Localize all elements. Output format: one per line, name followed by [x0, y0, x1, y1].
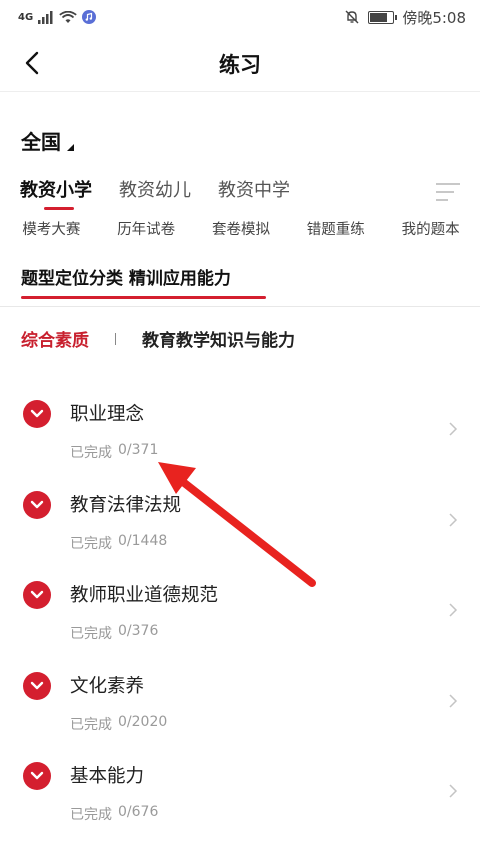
subject-name: 基本能力: [70, 766, 145, 787]
progress-label: 已完成: [70, 716, 112, 733]
subject-progress: 已完成 0/2020: [70, 714, 167, 734]
subject-name: 文化素养: [70, 675, 145, 697]
status-time: 傍晚5:08: [402, 8, 466, 27]
subject-list: 职业理念 已完成 0/371 教育法律法规 已完成 0/1448 教师职业道德规…: [0, 380, 480, 833]
network-label: 4G: [18, 11, 34, 23]
section-banner: 题型定位分类 精训应用能力: [21, 264, 266, 299]
sub-tab-set-simulation[interactable]: 套卷模拟: [212, 218, 270, 239]
list-item[interactable]: 职业理念 已完成 0/371: [0, 380, 480, 471]
sub-tab-mock-contest[interactable]: 模考大赛: [22, 218, 80, 239]
progress-label: 已完成: [70, 807, 112, 823]
main-tabs: 教资小学 教资幼儿 教资中学: [20, 176, 290, 210]
tab-kindergarten[interactable]: 教资幼儿: [119, 176, 191, 210]
list-item[interactable]: 文化素养 已完成 0/2020: [0, 652, 480, 743]
tab-middle-school[interactable]: 教资中学: [218, 176, 290, 210]
chevron-right-icon: [449, 784, 458, 798]
subject-progress: 已完成 0/676: [70, 804, 158, 824]
subject-progress: 已完成 0/1448: [70, 533, 167, 553]
wifi-icon: [59, 10, 77, 23]
progress-value: 0/371: [118, 442, 159, 458]
list-item[interactable]: 教育法律法规 已完成 0/1448: [0, 471, 480, 562]
divider: [0, 306, 480, 307]
tab-label: 教资中学: [218, 180, 290, 201]
status-bar: 4G 傍晚5:08: [0, 0, 480, 34]
status-left: 4G: [18, 10, 97, 24]
list-item[interactable]: 教师职业道德规范 已完成 0/376: [0, 561, 480, 652]
banner-text: 题型定位分类 精训应用能力: [21, 269, 231, 289]
category-separator: [115, 332, 116, 345]
tab-label: 教资幼儿: [119, 180, 191, 201]
sub-tab-past-papers[interactable]: 历年试卷: [117, 218, 175, 239]
list-item[interactable]: 基本能力 已完成 0/676: [0, 742, 480, 833]
progress-label: 已完成: [70, 626, 112, 642]
status-right: 傍晚5:08: [344, 7, 466, 28]
chevron-right-icon: [449, 512, 458, 527]
category-tab-comprehensive[interactable]: 综合素质: [21, 326, 89, 351]
expand-chevron-icon[interactable]: [23, 671, 51, 700]
progress-label: 已完成: [70, 535, 112, 552]
category-tab-teaching-knowledge[interactable]: 教育教学知识与能力: [142, 326, 295, 351]
progress-value: 0/2020: [118, 713, 168, 730]
battery-icon: [368, 10, 398, 24]
sub-tab-my-question-book[interactable]: 我的题本: [402, 218, 460, 239]
chevron-right-icon: [449, 603, 458, 617]
caret-down-icon: [67, 144, 74, 151]
signal-icon: [38, 10, 53, 24]
chevron-right-icon: [449, 422, 458, 436]
region-label: 全国: [21, 130, 61, 154]
expand-chevron-icon[interactable]: [23, 762, 51, 790]
page-title: 练习: [219, 53, 261, 77]
tab-primary-school[interactable]: 教资小学: [20, 176, 92, 210]
mute-bell-icon: [345, 10, 359, 24]
active-tab-indicator: [44, 207, 74, 210]
progress-value: 0/676: [118, 804, 159, 820]
filter-menu-icon[interactable]: [436, 181, 462, 203]
subject-name: 职业理念: [70, 404, 145, 425]
expand-chevron-icon[interactable]: [23, 581, 51, 609]
banner-underline: [21, 296, 266, 299]
tab-label: 教资小学: [20, 180, 92, 201]
sub-tab-wrong-questions[interactable]: 错题重练: [307, 218, 365, 239]
header: 练习: [0, 34, 480, 92]
subject-name: 教师职业道德规范: [70, 585, 219, 606]
expand-chevron-icon[interactable]: [23, 490, 51, 519]
region-selector[interactable]: 全国: [21, 126, 74, 155]
progress-label: 已完成: [70, 445, 112, 461]
progress-value: 0/1448: [118, 532, 168, 549]
sub-tabs: 模考大赛 历年试卷 套卷模拟 错题重练 我的题本: [0, 218, 480, 239]
expand-chevron-icon[interactable]: [23, 400, 51, 428]
subject-progress: 已完成 0/371: [70, 442, 158, 462]
progress-value: 0/376: [118, 623, 159, 639]
subject-progress: 已完成 0/376: [70, 623, 158, 643]
category-tabs: 综合素质 教育教学知识与能力: [21, 326, 295, 351]
subject-name: 教育法律法规: [70, 494, 182, 516]
chevron-right-icon: [449, 693, 458, 708]
music-app-icon: [82, 10, 97, 24]
